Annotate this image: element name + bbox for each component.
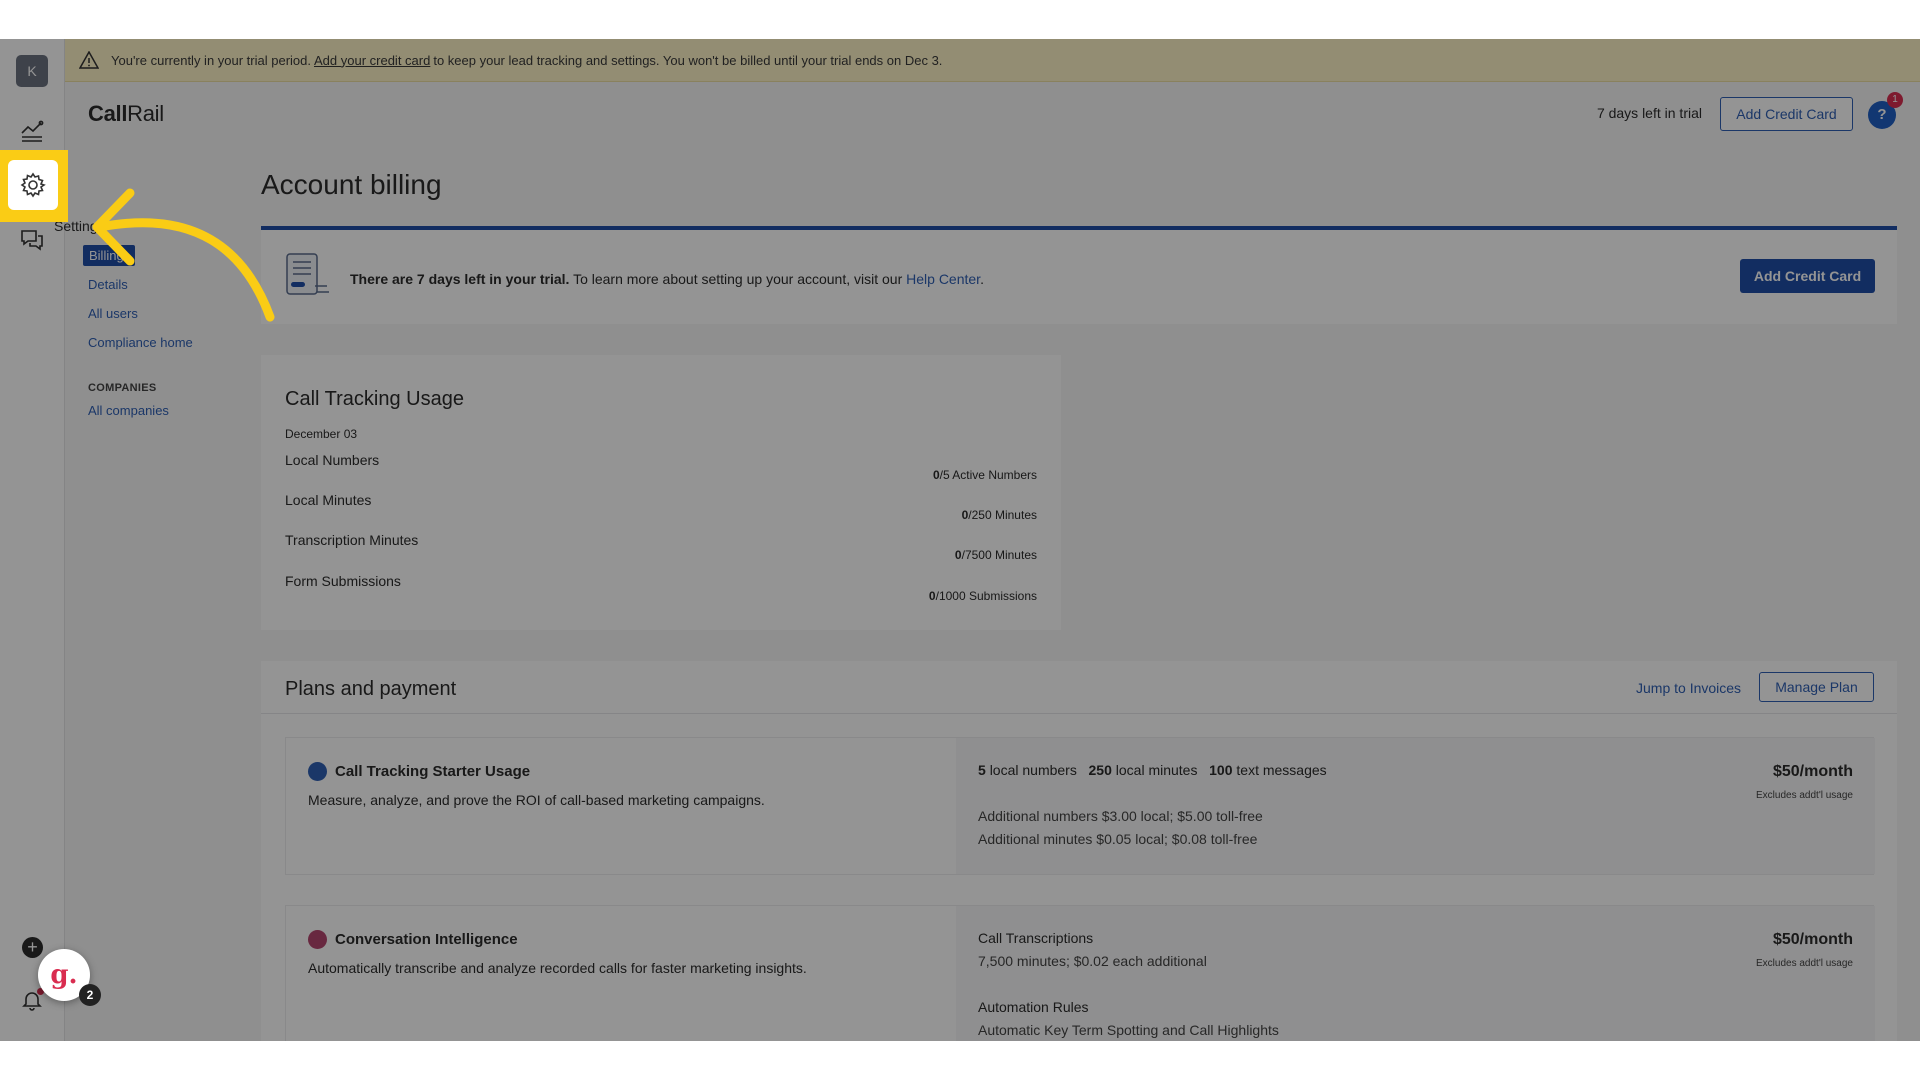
- plans-and-payment-card: Plans and payment Jump to Invoices Manag…: [261, 661, 1897, 1041]
- plan-conversation-intelligence: Conversation Intelligence Automatically …: [285, 905, 1875, 1041]
- usage-date: December 03: [285, 427, 358, 441]
- add-plus-icon[interactable]: +: [22, 937, 43, 958]
- nav-item-compliance-home[interactable]: Compliance home: [88, 335, 193, 350]
- call-tracking-plan-icon: [308, 762, 327, 781]
- help-badge: 1: [1887, 92, 1903, 108]
- plans-divider: [261, 713, 1897, 714]
- usage-row-transcription-minutes: Transcription Minutes 0/7500 Minutes: [285, 532, 1037, 562]
- plan-excludes-note: Excludes addt'l usage: [1756, 790, 1853, 801]
- nav-item-all-companies[interactable]: All companies: [88, 403, 169, 418]
- conversation-intelligence-icon: [308, 930, 327, 949]
- usage-title: Call Tracking Usage: [285, 388, 464, 410]
- help-center-link[interactable]: Help Center: [906, 271, 980, 287]
- plan-quantities: 5 local numbers 250 local minutes 100 te…: [978, 762, 1327, 778]
- messages-chat-icon[interactable]: [16, 224, 48, 256]
- trial-days-text: 7 days left in trial: [1596, 105, 1702, 121]
- trial-info-card: There are 7 days left in your trial. To …: [261, 226, 1897, 324]
- trial-info-text: There are 7 days left in your trial. To …: [350, 271, 984, 287]
- plan-call-tracking-starter: Call Tracking Starter Usage Measure, ana…: [285, 737, 1875, 875]
- page-title: Account billing: [261, 169, 442, 200]
- plan-price: $50/month: [1772, 931, 1853, 948]
- warning-triangle-icon: [79, 51, 99, 69]
- usage-row-local-numbers: Local Numbers 0/5 Active Numbers: [285, 452, 1037, 482]
- jump-to-invoices-link[interactable]: Jump to Invoices: [1636, 680, 1741, 696]
- settings-gear-button[interactable]: [8, 160, 58, 210]
- nav-item-billing[interactable]: Billing: [83, 245, 135, 266]
- plans-title: Plans and payment: [285, 678, 457, 700]
- call-tracking-usage-card: Call Tracking Usage December 03 Local Nu…: [261, 355, 1061, 630]
- app-frame: K + You're currently in your trial perio…: [0, 39, 1920, 1041]
- companies-heading: COMPANIES: [88, 382, 157, 394]
- reports-chart-icon[interactable]: [16, 115, 48, 147]
- settings-gear-icon: [20, 172, 46, 198]
- banner-prefix: You're currently in your trial period.: [111, 52, 311, 68]
- setup-document-icon: [286, 253, 329, 295]
- header-add-credit-card-button[interactable]: Add Credit Card: [1720, 97, 1853, 131]
- usage-row-form-submissions: Form Submissions 0/1000 Submissions: [285, 573, 1037, 603]
- settings-highlight: [0, 150, 68, 222]
- usage-row-local-minutes: Local Minutes 0/250 Minutes: [285, 492, 1037, 522]
- plan-price: $50/month: [1772, 763, 1853, 780]
- add-credit-card-button[interactable]: Add Credit Card: [1740, 259, 1875, 293]
- plan-excludes-note: Excludes addt'l usage: [1756, 958, 1853, 969]
- add-credit-card-link[interactable]: Add your credit card: [314, 53, 430, 68]
- banner-suffix: to keep your lead tracking and settings.…: [433, 52, 943, 68]
- nav-item-details[interactable]: Details: [88, 277, 128, 292]
- callrail-logo[interactable]: CallRail: [88, 101, 164, 127]
- manage-plan-button[interactable]: Manage Plan: [1759, 672, 1874, 702]
- trial-banner: You're currently in your trial period. A…: [65, 39, 1920, 82]
- nav-item-all-users[interactable]: All users: [88, 306, 138, 321]
- account-avatar[interactable]: K: [16, 55, 48, 87]
- g-widget-badge: 2: [79, 984, 101, 1006]
